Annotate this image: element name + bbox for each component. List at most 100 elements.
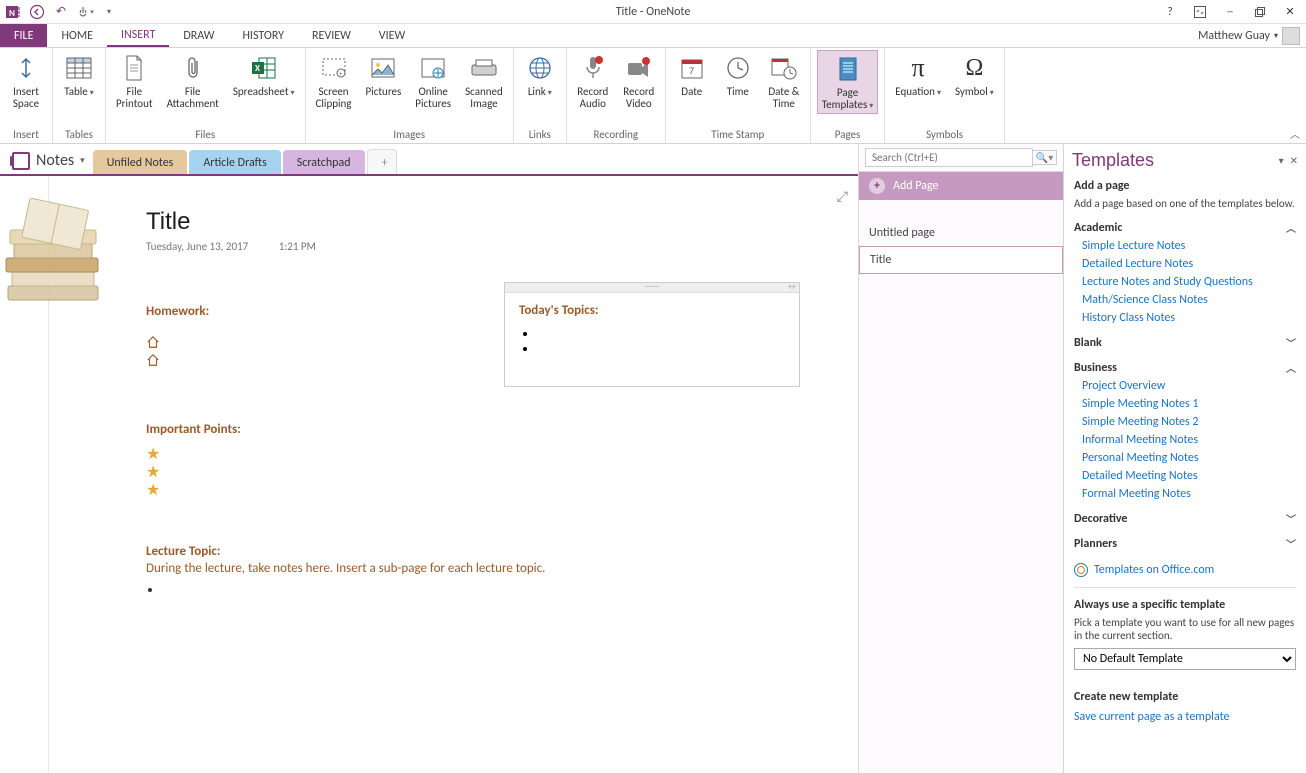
tab-draw[interactable]: DRAW [169, 24, 228, 47]
close-icon[interactable]: ✕ [1278, 2, 1302, 22]
time-button[interactable]: Time [718, 50, 758, 100]
container-drag-handle[interactable]: ┄┄┄↔ [505, 283, 799, 293]
full-page-view-icon[interactable] [1188, 2, 1212, 22]
undo-icon[interactable]: ↶ [50, 1, 72, 23]
record-video-button[interactable]: Record Video [619, 50, 659, 112]
tab-file[interactable]: FILE [0, 24, 47, 47]
topics-container[interactable]: ┄┄┄↔ Today's Topics: [504, 282, 800, 387]
page-templates-button[interactable]: Page Templates [817, 50, 878, 114]
pictures-button[interactable]: Pictures [362, 50, 406, 100]
spreadsheet-button[interactable]: XSpreadsheet [229, 50, 299, 100]
screen-clipping-icon: + [318, 52, 350, 84]
notebook-dropdown[interactable]: Notes ▾ [4, 147, 93, 174]
tab-history[interactable]: HISTORY [228, 24, 298, 47]
search-button[interactable]: 🔍▾ [1033, 150, 1057, 165]
lecture-bullet[interactable] [162, 582, 545, 597]
office-templates-link[interactable]: Templates on Office.com [1094, 563, 1214, 577]
category-planners[interactable]: Planners﹀ [1074, 536, 1296, 551]
search-input[interactable] [865, 148, 1033, 167]
save-template-link[interactable]: Save current page as a template [1074, 710, 1229, 724]
notebook-icon [12, 152, 30, 170]
collapse-ribbon-icon[interactable]: ︿ [1290, 126, 1300, 141]
online-pictures-button[interactable]: Online Pictures [411, 50, 455, 112]
template-link[interactable]: History Class Notes [1082, 311, 1296, 325]
microphone-icon [577, 52, 609, 84]
category-academic[interactable]: Academic︿ [1074, 220, 1296, 235]
back-icon[interactable] [26, 1, 48, 23]
category-blank[interactable]: Blank﹀ [1074, 335, 1296, 350]
record-audio-button[interactable]: Record Audio [573, 50, 613, 112]
expand-page-icon[interactable]: ⤢ [837, 188, 848, 205]
file-printout-button[interactable]: File Printout [112, 50, 157, 112]
page-title[interactable]: Title [146, 208, 190, 236]
excel-icon: X [248, 52, 280, 84]
pane-options-icon[interactable]: ▾ [1279, 154, 1284, 167]
add-page-label: Add Page [893, 179, 938, 193]
section-tab-unfiled[interactable]: Unfiled Notes [93, 150, 188, 174]
section-tab-drafts[interactable]: Article Drafts [189, 150, 280, 174]
template-link[interactable]: Detailed Lecture Notes [1082, 257, 1296, 271]
svg-text:X: X [255, 63, 260, 74]
date-time-button[interactable]: Date & Time [764, 50, 804, 112]
page-item-title[interactable]: Title [859, 246, 1063, 274]
file-attachment-button[interactable]: File Attachment [163, 50, 223, 112]
qat-customize-icon[interactable]: ▾ [98, 1, 120, 23]
screen-clipping-button[interactable]: +Screen Clipping [312, 50, 356, 112]
default-template-select[interactable]: No Default Template [1074, 648, 1296, 670]
date-button[interactable]: 7Date [672, 50, 712, 100]
topics-list[interactable] [537, 326, 785, 356]
category-decorative[interactable]: Decorative﹀ [1074, 511, 1296, 526]
minimize-icon[interactable]: ─ [1218, 2, 1242, 22]
touch-mode-icon[interactable]: ▾ [74, 1, 96, 23]
template-link[interactable]: Project Overview [1082, 379, 1296, 393]
template-link[interactable]: Simple Meeting Notes 2 [1082, 415, 1296, 429]
scanned-image-button[interactable]: Scanned Image [461, 50, 507, 112]
tab-home[interactable]: HOME [47, 24, 107, 47]
symbol-button[interactable]: ΩSymbol [951, 50, 998, 100]
page-templates-icon [832, 53, 864, 85]
lecture-heading[interactable]: Lecture Topic: [146, 544, 545, 559]
template-link[interactable]: Formal Meeting Notes [1082, 487, 1296, 501]
insert-space-button[interactable]: Insert Space [6, 50, 46, 112]
user-menu[interactable]: Matthew Guay ▾ [1198, 24, 1306, 47]
homework-heading[interactable]: Homework: [146, 304, 209, 319]
maximize-icon[interactable] [1248, 2, 1272, 22]
insert-space-icon [10, 52, 42, 84]
template-link[interactable]: Informal Meeting Notes [1082, 433, 1296, 447]
create-template-heading: Create new template [1074, 690, 1296, 704]
add-page-button[interactable]: + Add Page [859, 172, 1063, 200]
template-link[interactable]: Detailed Meeting Notes [1082, 469, 1296, 483]
pane-close-icon[interactable]: ✕ [1290, 154, 1298, 167]
equation-button[interactable]: πEquation [891, 50, 945, 100]
page-editor[interactable]: ⤢ Title Tuesday, June 13, 2017 1:21 PM H… [0, 176, 858, 773]
template-link[interactable]: Math/Science Class Notes [1082, 293, 1296, 307]
svg-text:N: N [9, 8, 15, 19]
template-link[interactable]: Simple Meeting Notes 1 [1082, 397, 1296, 411]
page-item-untitled[interactable]: Untitled page [859, 220, 1063, 246]
link-icon [524, 52, 556, 84]
template-link[interactable]: Personal Meeting Notes [1082, 451, 1296, 465]
globe-icon [1074, 563, 1088, 577]
section-tab-scratchpad[interactable]: Scratchpad [283, 150, 365, 174]
template-link[interactable]: Simple Lecture Notes [1082, 239, 1296, 253]
add-section-button[interactable]: + [367, 149, 397, 174]
tab-insert[interactable]: INSERT [107, 24, 169, 47]
link-button[interactable]: Link [520, 50, 560, 100]
tab-view[interactable]: VIEW [365, 24, 419, 47]
tab-review[interactable]: REVIEW [298, 24, 365, 47]
help-icon[interactable]: ? [1158, 2, 1182, 22]
template-link[interactable]: Lecture Notes and Study Questions [1082, 275, 1296, 289]
star-icon: ★ [146, 483, 241, 499]
onenote-app-icon[interactable]: N [2, 1, 24, 23]
file-printout-icon [118, 52, 150, 84]
user-avatar-icon [1282, 27, 1300, 45]
important-heading[interactable]: Important Points: [146, 422, 241, 437]
pages-pane: 🔍▾ + Add Page Untitled page Title [858, 144, 1063, 773]
lecture-description[interactable]: During the lecture, take notes here. Ins… [146, 561, 545, 576]
titlebar: N ↶ ▾ ▾ Title - OneNote ? ─ ✕ [0, 0, 1306, 24]
table-button[interactable]: Table [59, 50, 99, 100]
category-business[interactable]: Business︿ [1074, 360, 1296, 375]
clock-icon [722, 52, 754, 84]
topics-heading[interactable]: Today's Topics: [519, 303, 785, 318]
date-time-icon [768, 52, 800, 84]
